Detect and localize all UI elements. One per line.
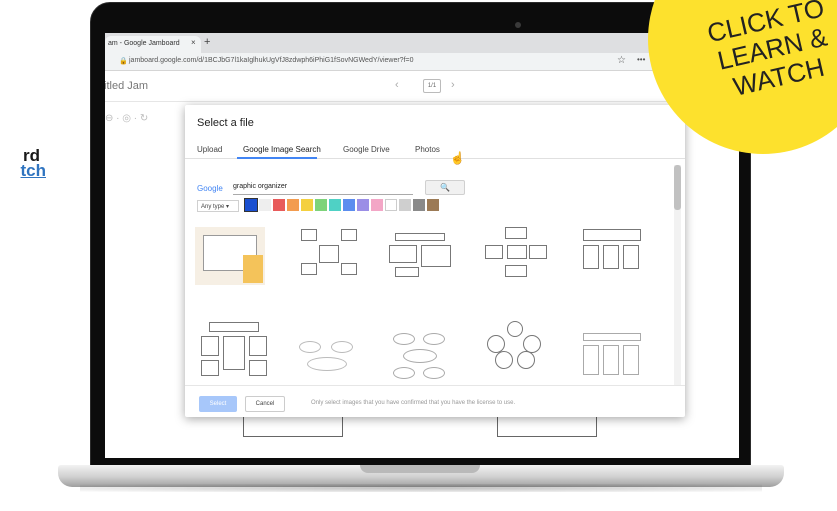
frame-counter[interactable]: 1/1: [423, 79, 441, 93]
dialog-tabs: Upload Google Image Search Google Drive …: [185, 137, 685, 159]
type-select[interactable]: Any type ▾: [197, 200, 239, 212]
google-logo: Google: [197, 184, 223, 193]
prev-frame-button[interactable]: ‹: [395, 79, 399, 91]
color-swatch[interactable]: [259, 199, 271, 211]
image-result[interactable]: [385, 327, 455, 385]
color-swatch[interactable]: [315, 199, 327, 211]
image-result[interactable]: [199, 320, 269, 378]
scrollbar-thumb[interactable]: [674, 165, 681, 210]
image-result[interactable]: [481, 223, 551, 281]
search-icon: 🔍: [440, 183, 450, 192]
image-result[interactable]: [577, 327, 647, 385]
jam-toolbar[interactable]: ⊖ · ◎ · ↻: [105, 113, 148, 124]
tab-google-drive[interactable]: Google Drive: [343, 145, 390, 154]
color-swatch[interactable]: [343, 199, 355, 211]
laptop-notch: [360, 465, 480, 473]
search-button[interactable]: 🔍: [425, 180, 465, 195]
jam-title[interactable]: titled Jam: [105, 80, 148, 92]
image-result[interactable]: [577, 223, 647, 281]
color-swatch[interactable]: [244, 198, 258, 212]
color-swatch[interactable]: [399, 199, 411, 211]
camera-icon: [515, 22, 521, 28]
url-text[interactable]: jamboard.google.com/d/1BCJbG7l1kaIglhukU…: [129, 57, 414, 64]
color-filter: [244, 198, 439, 213]
active-tab-indicator: [237, 157, 317, 159]
image-result[interactable]: [385, 223, 455, 281]
image-result[interactable]: [293, 223, 363, 281]
bookmark-star-icon[interactable]: ☆: [617, 55, 626, 66]
color-swatch[interactable]: [329, 199, 341, 211]
mouse-cursor-icon: ☝: [450, 151, 465, 165]
color-swatch[interactable]: [357, 199, 369, 211]
image-result[interactable]: [481, 319, 551, 377]
color-swatch[interactable]: [301, 199, 313, 211]
laptop-screen: am - Google Jamboard × + 🔒 jamboard.goog…: [105, 33, 739, 458]
jam-header: titled Jam ‹ 1/1 ›: [105, 72, 739, 102]
color-swatch[interactable]: [427, 199, 439, 211]
browser-tabbar: am - Google Jamboard × +: [105, 33, 739, 53]
image-result[interactable]: [195, 227, 265, 285]
laptop-shadow: [80, 484, 762, 492]
dialog-footer: Select Cancel Only select images that yo…: [185, 385, 685, 417]
license-note: Only select images that you have confirm…: [311, 400, 516, 406]
extensions-menu-icon[interactable]: •••: [637, 55, 645, 64]
color-swatch[interactable]: [287, 199, 299, 211]
select-button[interactable]: Select: [199, 396, 237, 412]
page: rd tch am - Google Jamboard × + 🔒 jamboa…: [0, 0, 837, 511]
color-swatch[interactable]: [413, 199, 425, 211]
lock-icon: 🔒: [119, 58, 128, 65]
tab-photos[interactable]: Photos: [415, 145, 440, 154]
tab-title: am - Google Jamboard: [108, 40, 180, 47]
close-icon[interactable]: ×: [191, 38, 196, 47]
tab-upload[interactable]: Upload: [197, 145, 222, 154]
image-search-input[interactable]: graphic organizer: [233, 182, 413, 195]
select-file-dialog: Select a file Upload Google Image Search…: [185, 105, 685, 417]
cancel-button[interactable]: Cancel: [245, 396, 285, 412]
watch-link[interactable]: tch: [0, 161, 47, 181]
next-frame-button[interactable]: ›: [451, 79, 455, 91]
new-tab-button[interactable]: +: [204, 36, 210, 48]
tab-google-image-search[interactable]: Google Image Search: [243, 145, 321, 154]
dialog-title: Select a file: [197, 117, 254, 129]
color-swatch[interactable]: [273, 199, 285, 211]
color-swatch[interactable]: [385, 199, 397, 211]
address-bar[interactable]: 🔒 jamboard.google.com/d/1BCJbG7l1kaIglhu…: [105, 53, 739, 71]
image-result[interactable]: [293, 327, 363, 385]
browser-tab[interactable]: am - Google Jamboard ×: [105, 36, 201, 53]
color-swatch[interactable]: [371, 199, 383, 211]
